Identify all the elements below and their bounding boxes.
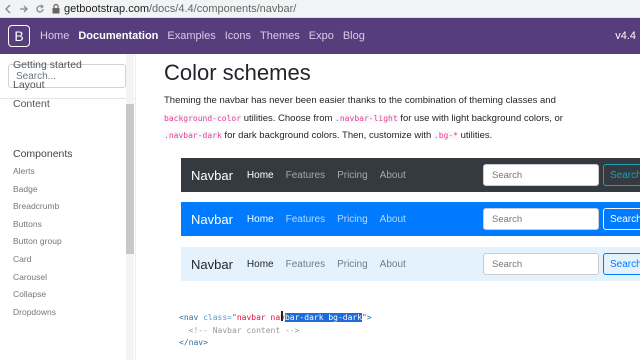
nav-link-examples[interactable]: Examples [167,30,215,42]
code-bg-star: .bg-* [433,131,458,140]
demo-search-input[interactable]: Search [483,164,599,186]
demo-navbar-dark: Navbar Home Features Pricing About Searc… [181,158,640,192]
code-background-color: background-color [164,113,242,123]
demo-nav-link-pricing[interactable]: Pricing [337,214,368,225]
demo-search-button[interactable]: Search [603,253,640,275]
sidebar-subitem-card[interactable]: Card [13,251,73,269]
demo-nav-link-home[interactable]: Home [247,259,274,270]
demo-search-button[interactable]: Search [603,208,640,230]
nav-link-home[interactable]: Home [40,30,69,42]
sidebar-item-components[interactable]: Components [13,144,73,164]
browser-address-bar: getbootstrap.com/docs/4.4/components/nav… [0,0,640,18]
demo-nav-link-pricing[interactable]: Pricing [337,259,368,270]
address-url[interactable]: getbootstrap.com/docs/4.4/components/nav… [64,3,296,15]
intro-paragraph: Theming the navbar has never been easier… [164,95,563,141]
sidebar-subitem-buttons[interactable]: Buttons [13,216,73,234]
sidebar-subitem-alerts[interactable]: Alerts [13,163,73,181]
demo-nav-link-features[interactable]: Features [286,259,325,270]
nav-link-expo[interactable]: Expo [309,30,334,42]
sidebar-item-getting-started[interactable]: Getting started [13,56,82,76]
sidebar-subitem-dropdowns[interactable]: Dropdowns [13,304,73,322]
docs-navbar: B Home Documentation Examples Icons Them… [0,18,640,54]
code-navbar-light: .navbar-light [335,113,398,123]
demo-navbar-brand[interactable]: Navbar [191,212,233,227]
code-example[interactable]: <nav class="navbar navbar-dark bg-dark">… [179,312,372,350]
back-arrow-icon[interactable] [0,1,16,17]
code-navbar-dark: .navbar-dark [164,131,222,140]
sidebar-item-layout[interactable]: Layout [13,76,82,96]
demo-nav-link-features[interactable]: Features [286,170,325,181]
demo-search-input[interactable]: Search [483,208,599,230]
sidebar-subitem-button-group[interactable]: Button group [13,233,73,251]
sidebar-sections: Getting started Layout Content [13,56,82,115]
demo-nav-link-home[interactable]: Home [247,214,274,225]
nav-link-themes[interactable]: Themes [260,30,300,42]
demo-nav-link-about[interactable]: About [380,170,406,181]
lock-icon [52,3,60,14]
sidebar-subitem-carousel[interactable]: Carousel [13,269,73,287]
code-line-2: <!-- Navbar content --> [188,325,300,335]
version-dropdown[interactable]: v4.4 [615,30,636,42]
demo-search-button[interactable]: Search [603,164,640,186]
page-title: Color schemes [164,60,311,85]
selected-text: bar-dark bg-dark [284,313,363,322]
demo-nav-link-pricing[interactable]: Pricing [337,170,368,181]
code-line-3: </nav> [179,338,208,347]
sidebar-subitem-badge[interactable]: Badge [13,181,73,199]
sidebar-components-list: Components Alerts Badge Breadcrumb Butto… [13,144,73,321]
demo-navbar-brand[interactable]: Navbar [191,257,233,272]
nav-link-icons[interactable]: Icons [225,30,251,42]
demo-navbar-light: Navbar Home Features Pricing About Searc… [181,247,640,281]
nav-link-blog[interactable]: Blog [343,30,365,42]
sidebar-scrollbar-thumb[interactable] [126,104,134,254]
text-cursor-icon [281,311,283,321]
demo-navbar-brand[interactable]: Navbar [191,168,233,183]
demo-search-input[interactable]: Search [483,253,599,275]
sidebar-subitem-collapse[interactable]: Collapse [13,286,73,304]
forward-arrow-icon[interactable] [16,1,32,17]
demo-nav-link-features[interactable]: Features [286,214,325,225]
demo-nav-link-about[interactable]: About [380,259,406,270]
demo-navbar-primary: Navbar Home Features Pricing About Searc… [181,202,640,236]
demo-nav-link-about[interactable]: About [380,214,406,225]
code-line-1: <nav class="navbar navbar-dark bg-dark"> [179,313,372,322]
sidebar-subitem-breadcrumb[interactable]: Breadcrumb [13,198,73,216]
sidebar-item-content[interactable]: Content [13,95,82,115]
bootstrap-logo[interactable]: B [8,25,30,47]
nav-link-documentation[interactable]: Documentation [78,30,158,42]
main-content: Color schemes Theming the navbar has nev… [150,54,640,360]
reload-icon[interactable] [32,1,48,17]
demo-nav-link-home[interactable]: Home [247,170,274,181]
